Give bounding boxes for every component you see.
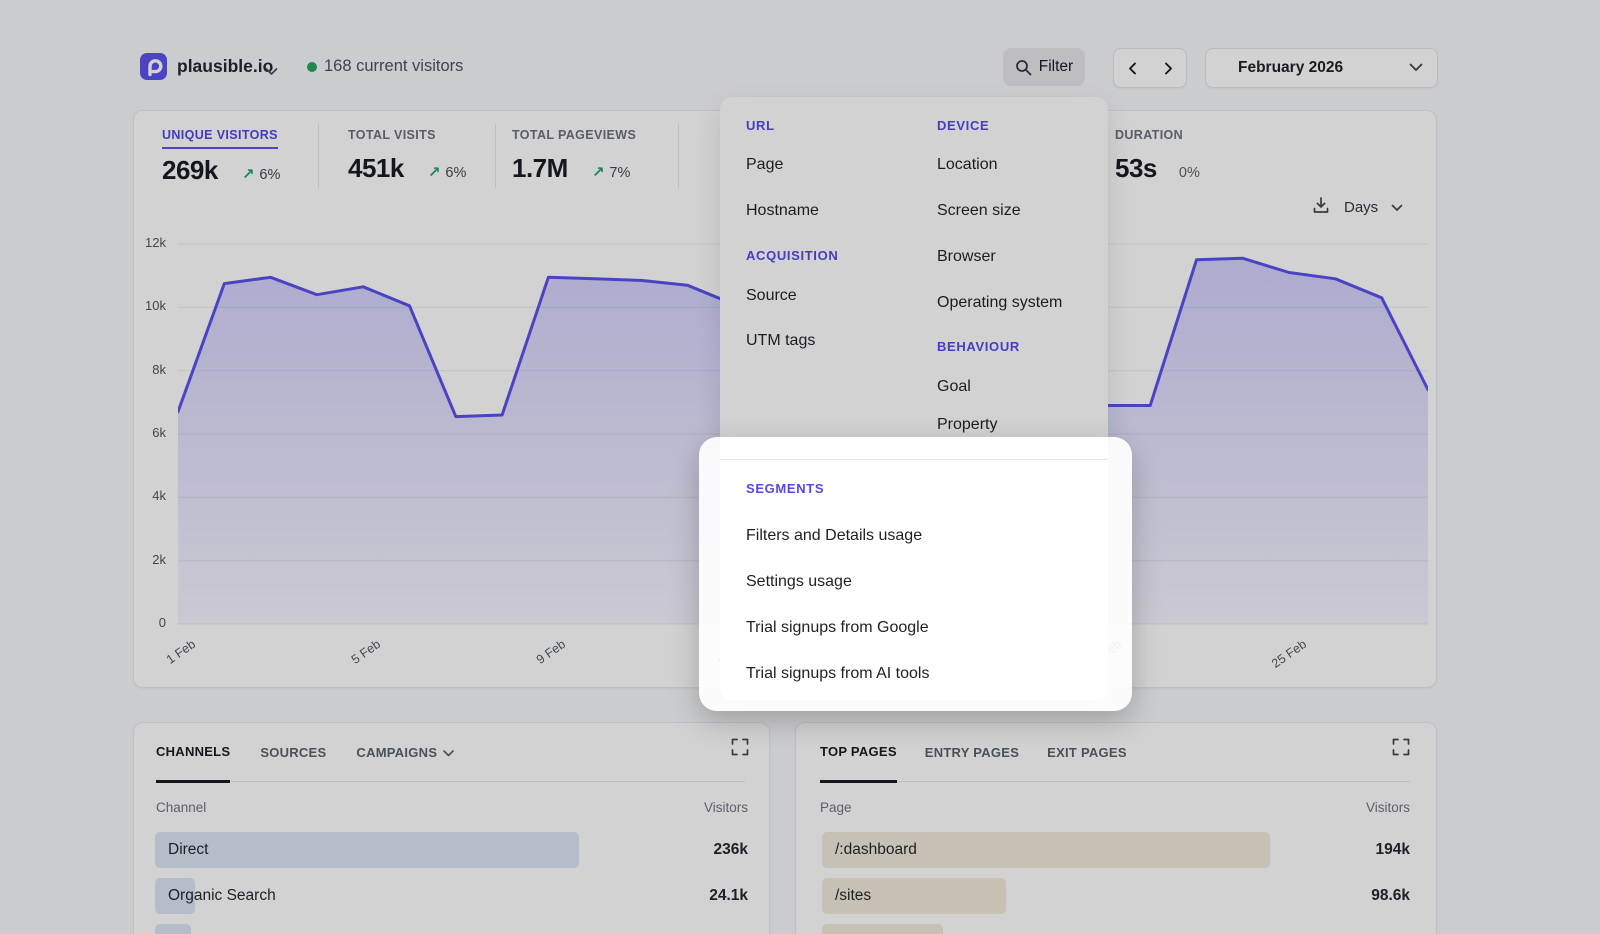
segments-section: SEGMENTS Filters and Details usage Settin… bbox=[720, 437, 1108, 700]
filter-section-segments: SEGMENTS bbox=[746, 481, 824, 496]
plausible-dashboard: plausible.io 168 current visitors Filter… bbox=[0, 0, 1600, 934]
segment-option-trial-signups-from-ai-tools[interactable]: Trial signups from AI tools bbox=[746, 665, 929, 683]
segment-option-settings-usage[interactable]: Settings usage bbox=[746, 573, 852, 591]
segment-option-trial-signups-from-google[interactable]: Trial signups from Google bbox=[746, 619, 929, 637]
segment-option-filters-and-details-usage[interactable]: Filters and Details usage bbox=[746, 527, 922, 545]
menu-divider bbox=[720, 459, 1108, 460]
